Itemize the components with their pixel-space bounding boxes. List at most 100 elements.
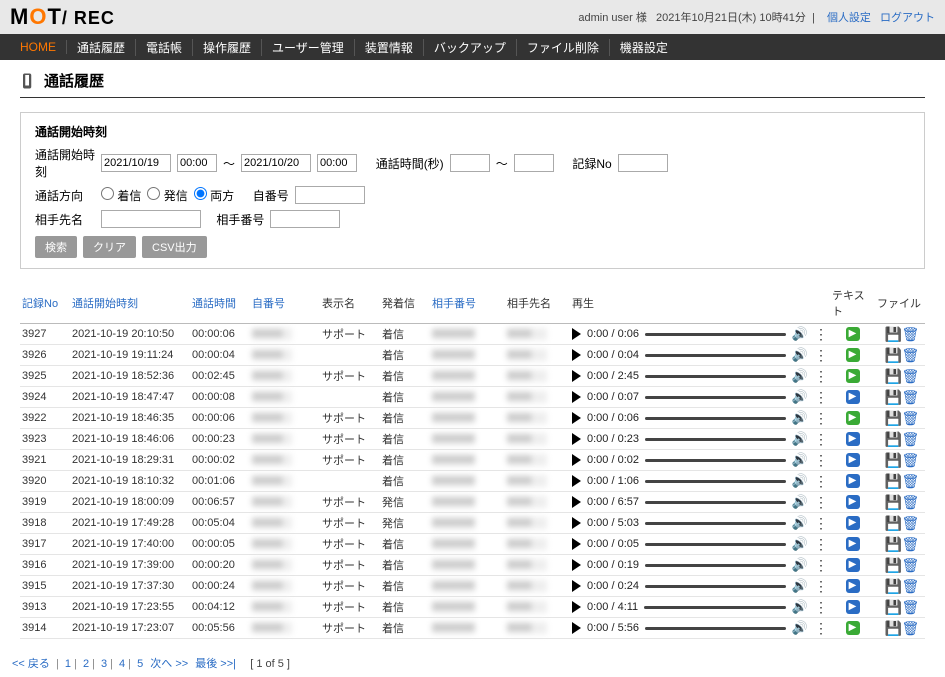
text-icon[interactable]: ▶: [846, 453, 860, 467]
more-icon[interactable]: ⋮: [814, 602, 828, 612]
text-icon[interactable]: ▶: [846, 558, 860, 572]
play-icon[interactable]: [572, 433, 581, 445]
audio-track[interactable]: [645, 375, 786, 378]
input-time-to[interactable]: [317, 154, 357, 172]
pager-page-1[interactable]: 1: [65, 658, 71, 670]
input-peernum[interactable]: [270, 210, 340, 228]
text-icon[interactable]: ▶: [846, 516, 860, 530]
play-icon[interactable]: [572, 538, 581, 550]
input-duration-to[interactable]: [514, 154, 554, 172]
nav-backup[interactable]: バックアップ: [424, 39, 517, 56]
volume-icon[interactable]: 🔊: [792, 389, 808, 405]
nav-op-history[interactable]: 操作履歴: [193, 39, 262, 56]
more-icon[interactable]: ⋮: [814, 560, 828, 570]
delete-icon[interactable]: 🗑: [902, 327, 916, 341]
nav-device-settings[interactable]: 機器設定: [610, 39, 678, 56]
volume-icon[interactable]: 🔊: [792, 620, 808, 636]
play-icon[interactable]: [572, 475, 581, 487]
save-icon[interactable]: 💾: [884, 600, 898, 614]
more-icon[interactable]: ⋮: [814, 350, 828, 360]
play-icon[interactable]: [572, 601, 581, 613]
audio-track[interactable]: [645, 417, 786, 420]
text-icon[interactable]: ▶: [846, 390, 860, 404]
text-icon[interactable]: ▶: [846, 348, 860, 362]
volume-icon[interactable]: 🔊: [792, 452, 808, 468]
nav-device-info[interactable]: 装置情報: [355, 39, 424, 56]
more-icon[interactable]: ⋮: [814, 539, 828, 549]
play-icon[interactable]: [572, 328, 581, 340]
play-icon[interactable]: [572, 622, 581, 634]
audio-track[interactable]: [645, 333, 786, 336]
audio-track[interactable]: [645, 354, 786, 357]
delete-icon[interactable]: 🗑: [902, 621, 916, 635]
play-icon[interactable]: [572, 349, 581, 361]
save-icon[interactable]: 💾: [884, 579, 898, 593]
volume-icon[interactable]: 🔊: [792, 494, 808, 510]
play-icon[interactable]: [572, 370, 581, 382]
text-icon[interactable]: ▶: [846, 537, 860, 551]
radio-outgoing[interactable]: 発信: [147, 187, 187, 204]
more-icon[interactable]: ⋮: [814, 518, 828, 528]
save-icon[interactable]: 💾: [884, 369, 898, 383]
volume-icon[interactable]: 🔊: [792, 347, 808, 363]
input-date-from[interactable]: [101, 154, 171, 172]
delete-icon[interactable]: 🗑: [902, 369, 916, 383]
col-mynum[interactable]: 自番号: [250, 283, 320, 324]
audio-track[interactable]: [645, 627, 786, 630]
more-icon[interactable]: ⋮: [814, 497, 828, 507]
more-icon[interactable]: ⋮: [814, 623, 828, 633]
audio-track[interactable]: [645, 564, 786, 567]
nav-phonebook[interactable]: 電話帳: [136, 39, 193, 56]
save-icon[interactable]: 💾: [884, 411, 898, 425]
delete-icon[interactable]: 🗑: [902, 411, 916, 425]
audio-track[interactable]: [645, 585, 786, 588]
radio-both[interactable]: 両方: [194, 187, 234, 204]
col-recno[interactable]: 記録No: [20, 283, 70, 324]
delete-icon[interactable]: 🗑: [902, 495, 916, 509]
pager-next[interactable]: 次へ >>: [150, 658, 188, 670]
save-icon[interactable]: 💾: [884, 453, 898, 467]
col-duration[interactable]: 通話時間: [190, 283, 250, 324]
text-icon[interactable]: ▶: [846, 432, 860, 446]
col-peernum[interactable]: 相手番号: [430, 283, 505, 324]
input-duration-from[interactable]: [450, 154, 490, 172]
save-icon[interactable]: 💾: [884, 495, 898, 509]
more-icon[interactable]: ⋮: [814, 434, 828, 444]
delete-icon[interactable]: 🗑: [902, 579, 916, 593]
audio-track[interactable]: [645, 543, 786, 546]
more-icon[interactable]: ⋮: [814, 413, 828, 423]
nav-file-delete[interactable]: ファイル削除: [517, 39, 610, 56]
delete-icon[interactable]: 🗑: [902, 453, 916, 467]
play-icon[interactable]: [572, 496, 581, 508]
play-icon[interactable]: [572, 412, 581, 424]
pager-last[interactable]: 最後 >>|: [195, 658, 236, 670]
save-icon[interactable]: 💾: [884, 474, 898, 488]
input-mynum[interactable]: [295, 186, 365, 204]
more-icon[interactable]: ⋮: [814, 329, 828, 339]
delete-icon[interactable]: 🗑: [902, 558, 916, 572]
audio-track[interactable]: [644, 606, 786, 609]
pager-page-2[interactable]: 2: [83, 658, 89, 670]
delete-icon[interactable]: 🗑: [902, 432, 916, 446]
pager-back[interactable]: << 戻る: [12, 658, 50, 670]
text-icon[interactable]: ▶: [846, 579, 860, 593]
volume-icon[interactable]: 🔊: [792, 599, 808, 615]
nav-user-mgmt[interactable]: ユーザー管理: [262, 39, 355, 56]
audio-track[interactable]: [645, 501, 786, 504]
radio-incoming[interactable]: 着信: [101, 187, 141, 204]
more-icon[interactable]: ⋮: [814, 371, 828, 381]
save-icon[interactable]: 💾: [884, 621, 898, 635]
volume-icon[interactable]: 🔊: [792, 410, 808, 426]
delete-icon[interactable]: 🗑: [902, 474, 916, 488]
pager-page-3[interactable]: 3: [101, 658, 107, 670]
more-icon[interactable]: ⋮: [814, 455, 828, 465]
volume-icon[interactable]: 🔊: [792, 326, 808, 342]
link-personal-settings[interactable]: 個人設定: [827, 12, 871, 24]
text-icon[interactable]: ▶: [846, 621, 860, 635]
csv-export-button[interactable]: CSV出力: [142, 236, 207, 258]
save-icon[interactable]: 💾: [884, 432, 898, 446]
save-icon[interactable]: 💾: [884, 516, 898, 530]
more-icon[interactable]: ⋮: [814, 581, 828, 591]
clear-button[interactable]: クリア: [83, 236, 136, 258]
play-icon[interactable]: [572, 391, 581, 403]
